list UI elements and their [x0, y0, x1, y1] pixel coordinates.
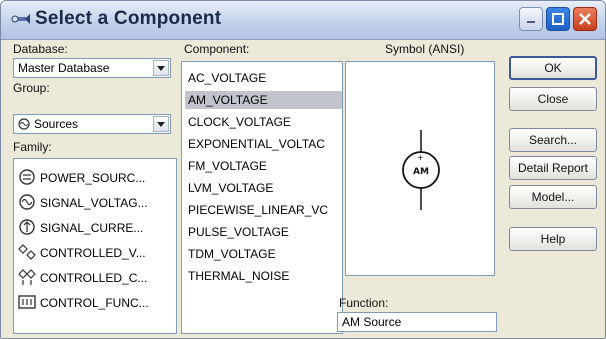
symbol-glyph: AM: [413, 167, 429, 177]
controlled-current-icon: [18, 269, 36, 285]
model-button[interactable]: Model...: [509, 185, 597, 209]
detail-report-button[interactable]: Detail Report: [509, 156, 597, 180]
group-dropdown-arrow[interactable]: [153, 116, 169, 132]
minimize-button[interactable]: [519, 7, 543, 31]
component-item-piecewise-linear-voltage[interactable]: PIECEWISE_LINEAR_VC: [185, 201, 342, 219]
family-item-controlled-voltage[interactable]: CONTROLLED_V...: [18, 242, 168, 264]
component-item-lvm-voltage[interactable]: LVM_VOLTAGE: [185, 179, 342, 197]
component-wand-icon: [11, 14, 30, 24]
component-item-thermal-noise[interactable]: THERMAL_NOISE: [185, 267, 342, 285]
group-value: Sources: [34, 117, 79, 131]
help-button[interactable]: Help: [509, 227, 597, 251]
am-voltage-source-symbol: + AM: [402, 130, 440, 210]
close-window-button[interactable]: [573, 7, 597, 31]
component-item-am-voltage[interactable]: AM_VOLTAGE: [185, 91, 342, 109]
function-value: AM Source: [342, 315, 402, 329]
family-item-signal-current[interactable]: SIGNAL_CURRE...: [18, 217, 168, 239]
ok-button[interactable]: OK: [509, 56, 597, 80]
select-component-dialog: Select a Component Database: Master Data…: [0, 0, 606, 339]
title-bar: Select a Component: [1, 1, 605, 40]
component-item-tdm-voltage[interactable]: TDM_VOLTAGE: [185, 245, 342, 263]
component-item-pulse-voltage[interactable]: PULSE_VOLTAGE: [185, 223, 342, 241]
component-item-ac-voltage[interactable]: AC_VOLTAGE: [185, 69, 342, 87]
component-item-exponential-voltage[interactable]: EXPONENTIAL_VOLTAC: [185, 135, 342, 153]
minimize-icon: [527, 21, 535, 23]
family-label: Family:: [13, 140, 52, 154]
signal-current-icon: [19, 219, 35, 235]
power-source-icon: [19, 169, 35, 185]
chevron-down-icon: [157, 122, 165, 127]
family-item-controlled-current[interactable]: CONTROLLED_C...: [18, 267, 168, 289]
svg-text:+: +: [417, 153, 424, 162]
maximize-button[interactable]: [546, 7, 570, 31]
function-value-field: AM Source: [337, 312, 497, 332]
component-item-clock-voltage[interactable]: CLOCK_VOLTAGE: [185, 113, 342, 131]
search-button[interactable]: Search...: [509, 128, 597, 152]
sources-icon: [18, 118, 30, 130]
control-function-icon: [18, 295, 36, 309]
close-icon: [579, 13, 591, 25]
family-item-signal-voltage[interactable]: SIGNAL_VOLTAG...: [18, 192, 168, 214]
controlled-voltage-icon: [18, 244, 36, 260]
close-button[interactable]: Close: [509, 87, 597, 111]
family-item-power-source[interactable]: POWER_SOURC...: [18, 167, 168, 189]
function-label: Function:: [339, 296, 389, 310]
group-label: Group:: [13, 81, 50, 95]
component-item-fm-voltage[interactable]: FM_VOLTAGE: [185, 157, 342, 175]
window-title: Select a Component: [35, 8, 222, 29]
group-select[interactable]: Sources: [13, 114, 171, 134]
chevron-down-icon: [157, 66, 165, 71]
signal-voltage-icon: [19, 194, 35, 210]
component-list[interactable]: AC_VOLTAGE AM_VOLTAGE CLOCK_VOLTAGE EXPO…: [181, 61, 343, 334]
symbol-label: Symbol (ANSI): [385, 42, 465, 56]
family-item-control-function[interactable]: CONTROL_FUNC...: [18, 292, 168, 314]
symbol-preview: + AM: [345, 61, 495, 276]
component-label: Component:: [184, 42, 250, 56]
family-list[interactable]: POWER_SOURC... SIGNAL_VOLTAG... SIGNAL_C…: [13, 158, 177, 334]
database-label: Database:: [13, 42, 68, 56]
database-value: Master Database: [18, 61, 110, 75]
maximize-icon: [552, 13, 564, 25]
database-dropdown-arrow[interactable]: [153, 60, 169, 76]
database-select[interactable]: Master Database: [13, 58, 171, 78]
